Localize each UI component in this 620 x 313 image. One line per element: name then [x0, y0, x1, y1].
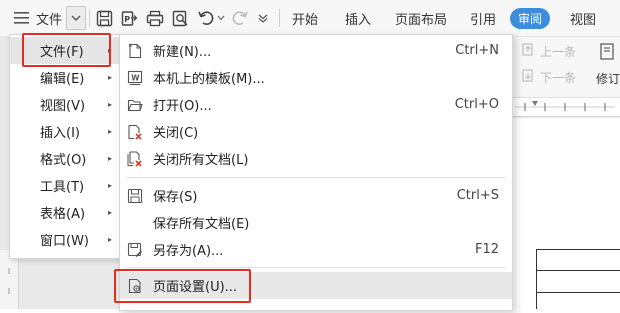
menu-item-save[interactable]: 保存(S) Ctrl+S — [120, 182, 512, 209]
submenu-arrow-icon: ▸ — [108, 181, 113, 190]
menu-item-label: 工具(T) — [40, 180, 85, 195]
menu-item-window[interactable]: 窗口(W) ▸ — [10, 226, 122, 253]
shortcut-label: F12 — [474, 242, 499, 257]
undo-icon[interactable] — [198, 0, 216, 36]
menu-item-label: 打开(O)... — [153, 99, 212, 114]
undo-dropdown-icon[interactable] — [217, 0, 225, 36]
save-icon — [127, 188, 143, 204]
tab-references[interactable]: 引用 — [470, 0, 496, 36]
track-changes-icon[interactable] — [600, 43, 616, 64]
menu-item-label: 关闭(C) — [153, 126, 199, 141]
table-border — [536, 292, 620, 293]
menu-item-label: 窗口(W) — [40, 234, 89, 249]
tab-page-layout[interactable]: 页面布局 — [395, 0, 447, 36]
svg-text:W: W — [131, 74, 140, 83]
submenu-arrow-icon: ▸ — [108, 127, 113, 136]
svg-text:P: P — [124, 15, 130, 24]
menu-item-label: 视图(V) — [40, 99, 86, 114]
main-menu: 文件(F) ▸ 编辑(E) ▸ 视图(V) ▸ 插入(I) ▸ 格式(O) ▸ … — [9, 34, 123, 259]
table-border — [536, 270, 620, 271]
save-as-icon — [127, 242, 143, 258]
menu-item-new[interactable]: 新建(N)... Ctrl+N — [120, 37, 512, 64]
menu-item-label: 保存所有文档(E) — [153, 217, 250, 232]
shortcut-label: Ctrl+O — [454, 97, 499, 112]
export-icon[interactable]: P — [121, 0, 138, 36]
print-preview-icon[interactable] — [172, 0, 189, 36]
menu-item-local-templates[interactable]: W 本机上的模板(M)... — [120, 64, 512, 91]
new-doc-icon — [127, 43, 143, 59]
prev-change-button[interactable]: 上一条 — [540, 43, 576, 60]
submenu-arrow-icon: ▸ — [108, 73, 113, 82]
submenu-arrow-icon: ▸ — [108, 100, 113, 109]
menu-item-label: 关闭所有文档(L) — [153, 153, 249, 168]
menu-item-label: 另存为(A)... — [153, 244, 224, 259]
menu-item-label: 保存(S) — [153, 190, 198, 205]
file-dropdown-button[interactable] — [66, 6, 86, 30]
next-change-button[interactable]: 下一条 — [540, 69, 576, 86]
menu-item-insert[interactable]: 插入(I) ▸ — [10, 118, 122, 145]
shortcut-label: Ctrl+N — [455, 43, 499, 58]
horizontal-ruler — [510, 98, 620, 117]
close-doc-icon — [127, 124, 143, 140]
menu-item-format[interactable]: 格式(O) ▸ — [10, 145, 122, 172]
menu-item-save-as[interactable]: 另存为(A)... F12 — [120, 236, 512, 263]
table-border — [536, 249, 537, 309]
tab-view[interactable]: 视图 — [570, 0, 596, 36]
shortcut-label: Ctrl+S — [456, 188, 499, 203]
hamburger-icon[interactable] — [14, 0, 30, 36]
tab-home[interactable]: 开始 — [292, 0, 318, 36]
print-icon[interactable] — [146, 0, 164, 36]
menu-item-label: 新建(N)... — [153, 45, 212, 60]
review-ribbon: 上一条 下一条 修订 — [510, 37, 620, 98]
menu-item-label: 插入(I) — [40, 126, 80, 141]
table-border — [536, 249, 620, 250]
file-menu-label[interactable]: 文件 — [36, 0, 62, 36]
toolbar-divider — [89, 9, 90, 27]
tab-review[interactable]: 审阅 — [510, 8, 551, 29]
track-changes-button[interactable]: 修订 — [596, 70, 620, 87]
close-all-icon — [127, 151, 143, 167]
submenu-arrow-icon: ▸ — [108, 154, 113, 163]
redo-icon[interactable] — [230, 0, 248, 36]
menu-item-edit[interactable]: 编辑(E) ▸ — [10, 64, 122, 91]
submenu-arrow-icon: ▸ — [108, 208, 113, 217]
menu-item-tools[interactable]: 工具(T) ▸ — [10, 172, 122, 199]
menu-item-label: 编辑(E) — [40, 72, 85, 87]
menu-item-label: 格式(O) — [40, 153, 87, 168]
menu-item-close-all[interactable]: 关闭所有文档(L) — [120, 145, 512, 172]
menu-separator — [126, 177, 506, 178]
next-change-icon[interactable] — [522, 69, 535, 85]
toolbar: 文件 P 开始 插入 页面布局 引用 审阅 视图 — [0, 0, 620, 37]
save-icon[interactable] — [96, 0, 113, 36]
menu-separator — [126, 267, 506, 268]
menu-item-close[interactable]: 关闭(C) — [120, 118, 512, 145]
more-icon[interactable] — [258, 0, 268, 36]
folder-open-icon — [127, 97, 143, 113]
menu-item-label: 本机上的模板(M)... — [153, 72, 265, 87]
highlight-box-file — [22, 33, 111, 67]
menu-item-open[interactable]: 打开(O)... Ctrl+O — [120, 91, 512, 118]
menu-item-label: 表格(A) — [40, 207, 86, 222]
chevron-down-icon — [71, 15, 81, 21]
menu-item-table[interactable]: 表格(A) ▸ — [10, 199, 122, 226]
submenu-arrow-icon: ▸ — [108, 235, 113, 244]
document-page[interactable] — [510, 118, 620, 309]
toolbar-divider — [279, 9, 280, 27]
highlight-box-page-setup — [114, 269, 251, 303]
template-icon: W — [127, 70, 143, 86]
tab-insert[interactable]: 插入 — [345, 0, 371, 36]
prev-change-icon[interactable] — [522, 43, 535, 59]
menu-item-save-all[interactable]: 保存所有文档(E) — [120, 209, 512, 236]
menu-item-view[interactable]: 视图(V) ▸ — [10, 91, 122, 118]
